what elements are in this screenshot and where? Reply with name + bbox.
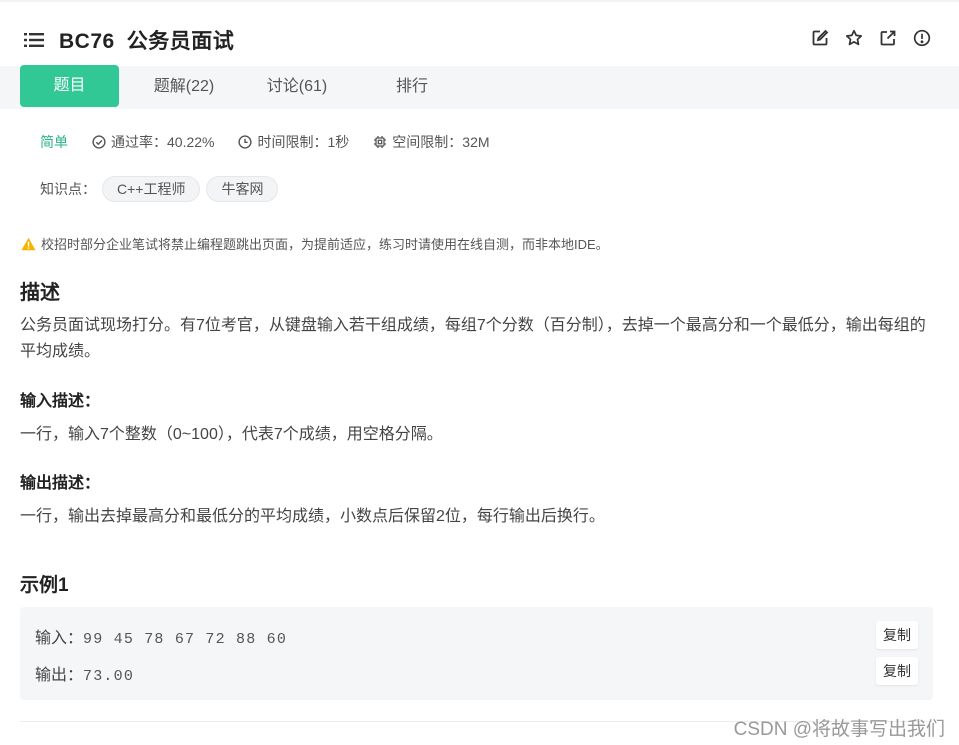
example-output-label: 输出： bbox=[35, 667, 84, 684]
tab-solutions[interactable]: 题解(22) bbox=[132, 66, 236, 108]
check-circle-icon bbox=[92, 135, 106, 149]
pass-rate-text: 通过率：40.22% bbox=[111, 134, 215, 150]
space-limit-text: 空间限制：32M bbox=[392, 134, 490, 150]
problem-meta: 简单 通过率：40.22% 时间限制：1秒 空间限制：32M bbox=[40, 132, 514, 152]
report-icon[interactable] bbox=[913, 29, 931, 47]
notice-text: 校招时部分企业笔试将禁止编程题跳出页面，为提前适应，练习时请使用在线自测，而非本… bbox=[41, 237, 609, 252]
problem-name: 公务员面试 bbox=[126, 30, 235, 53]
external-link-icon[interactable] bbox=[879, 29, 897, 47]
tab-ranking[interactable]: 排行 bbox=[362, 66, 462, 108]
description-text: 公务员面试现场打分。有7位考官，从键盘输入若干组成绩，每组7个分数（百分制），去… bbox=[20, 317, 926, 360]
watermark: CSDN @将故事写出我们 bbox=[733, 719, 945, 740]
pass-rate: 通过率：40.22% bbox=[92, 132, 214, 152]
example-output-row: 输出：73.00 bbox=[35, 661, 134, 685]
difficulty-badge: 简单 bbox=[40, 134, 68, 150]
tag-nowcoder[interactable]: 牛客网 bbox=[206, 176, 279, 202]
example-input-label: 输入： bbox=[35, 630, 84, 647]
warning-icon bbox=[21, 237, 36, 250]
example-output-value[interactable]: 73.00 bbox=[83, 668, 134, 685]
exam-notice: 校招时部分企业笔试将禁止编程题跳出页面，为提前适应，练习时请使用在线自测，而非本… bbox=[21, 234, 609, 253]
tab-discussion[interactable]: 讨论(61) bbox=[247, 66, 347, 108]
copy-output-button[interactable]: 复制 bbox=[876, 657, 918, 685]
input-desc-heading: 输入描述： bbox=[20, 393, 101, 410]
knowledge-tags: 知识点： C++工程师 牛客网 bbox=[40, 176, 279, 202]
output-desc-heading: 输出描述： bbox=[20, 475, 101, 492]
input-desc-text: 一行，输入7个整数（0~100），代表7个成绩，用空格分隔。 bbox=[20, 426, 443, 443]
description-heading: 描述 bbox=[20, 282, 60, 304]
example-input-row: 输入：99 45 78 67 72 88 60 bbox=[35, 624, 287, 648]
star-icon[interactable] bbox=[845, 29, 863, 47]
page-title: BC76 公务员面试 bbox=[59, 25, 234, 55]
problem-code: BC76 bbox=[59, 30, 115, 53]
example-input-value[interactable]: 99 45 78 67 72 88 60 bbox=[83, 631, 287, 648]
time-limit-text: 时间限制：1秒 bbox=[257, 134, 350, 150]
tab-problem[interactable]: 题目 bbox=[20, 65, 119, 107]
output-desc-text: 一行，输出去掉最高分和最低分的平均成绩，小数点后保留2位，每行输出后换行。 bbox=[20, 508, 605, 525]
time-limit: 时间限制：1秒 bbox=[238, 132, 349, 152]
menu-list-icon[interactable] bbox=[24, 32, 44, 48]
tab-bar: 题目 题解(22) 讨论(61) 排行 bbox=[0, 65, 959, 109]
tag-cpp-engineer[interactable]: C++工程师 bbox=[102, 176, 201, 202]
problem-header: BC76 公务员面试 bbox=[0, 0, 959, 66]
knowledge-label: 知识点： bbox=[40, 181, 96, 197]
clock-icon bbox=[238, 135, 253, 149]
chip-icon bbox=[374, 136, 387, 148]
space-limit: 空间限制：32M bbox=[373, 132, 490, 152]
edit-icon[interactable] bbox=[811, 29, 829, 47]
example-heading: 示例1 bbox=[20, 575, 69, 596]
copy-input-button[interactable]: 复制 bbox=[876, 621, 918, 649]
example-box: 输入：99 45 78 67 72 88 60 复制 输出：73.00 复制 bbox=[20, 607, 933, 700]
